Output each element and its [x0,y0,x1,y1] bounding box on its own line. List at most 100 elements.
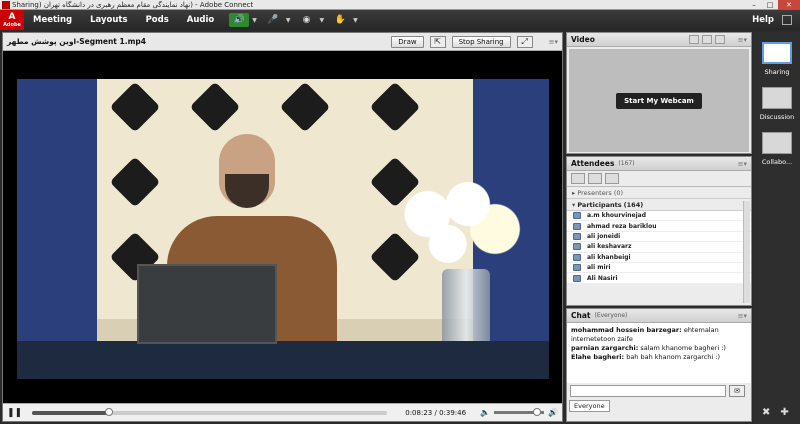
microphone-tool[interactable]: 🎤 ▼ [263,13,291,27]
stop-sharing-button[interactable]: Stop Sharing [451,35,511,48]
user-icon [573,222,581,230]
window-titlebar: Sharing) نهاد نمایندگی مقام معظم رهبری د… [0,0,800,10]
video-pod-header: Video ≡▾ [567,33,751,47]
minimize-button[interactable]: – [746,0,762,10]
layout-thumbnail [762,87,792,109]
microphone-icon[interactable]: 🎤 [263,13,283,27]
chevron-down-icon[interactable]: ▼ [317,17,325,24]
seek-progress [32,410,109,415]
chevron-down-icon[interactable]: ▼ [350,17,358,24]
layout-sharing[interactable]: Sharing [758,42,796,76]
attendees-pod-header: Attendees (167) ≡▾ [567,157,751,171]
list-item[interactable]: ali joneidi [567,231,751,243]
total-time: 0:39:46 [439,408,467,417]
user-icon [573,232,581,240]
presenters-count: (0) [613,188,624,197]
filmstrip-view-icon[interactable] [701,35,712,44]
draw-button[interactable]: Draw [391,35,424,48]
flowers [387,174,522,274]
time-display: 0:08:23 / 0:39:46 [405,408,467,417]
chat-message: Elahe bagheri: bah bah khanom zargarchi … [571,353,721,361]
status-view-icon[interactable] [605,173,619,184]
grid-view-icon[interactable] [688,35,699,44]
speaker-tool[interactable]: 🔊 ▼ [229,13,257,27]
chat-scope: (Everyone) [594,312,628,319]
list-item[interactable]: ahmad reza bariklou [567,221,751,232]
fullscreen-icon[interactable] [714,35,725,44]
chat-input[interactable] [570,385,726,397]
list-item[interactable]: ali keshavarz [567,242,751,253]
playback-controls: ❚❚ 0:08:23 / 0:39:46 🔈 🔊 [3,403,562,421]
user-icon [573,264,581,272]
chevron-down-icon[interactable]: ▼ [249,17,257,24]
chevron-down-icon[interactable]: ▼ [283,17,291,24]
attendees-pod-title: Attendees [571,159,615,168]
participants-section[interactable]: ▾ Participants (164) [567,199,751,211]
menu-layouts[interactable]: Layouts [81,15,136,25]
layout-thumbnail [762,132,792,154]
grid-icon[interactable] [782,15,792,25]
status-tool[interactable]: ✋ ▼ [330,13,358,27]
pause-button[interactable]: ❚❚ [7,408,22,418]
speaker-icon[interactable]: 🔊 [229,13,250,27]
list-item[interactable]: ali miri [567,262,751,274]
add-layout-icon[interactable]: ✚ [780,407,788,418]
pod-options-icon[interactable]: ≡▾ [738,160,747,168]
attendees-scrollbar[interactable] [743,201,750,303]
layout-label: Sharing [764,68,790,76]
volume-icon[interactable]: 🔈 [480,408,490,417]
app-icon [2,1,10,9]
user-icon [573,243,581,251]
chat-pod-header: Chat (Everyone) ≡▾ [567,309,751,323]
pod-options-icon[interactable]: ≡▾ [738,36,747,44]
chat-pod-title: Chat [571,311,591,320]
pod-options-icon[interactable]: ≡▾ [738,312,747,320]
user-icon [573,212,581,220]
menu-help[interactable]: Help [752,15,782,25]
presenters-label: Presenters [577,188,612,197]
video-pod-title: Video [571,35,595,44]
layout-collaboration[interactable]: Collabo... [758,132,796,166]
window-title: Sharing) نهاد نمایندگی مقام معظم رهبری د… [12,0,254,9]
menu-audio[interactable]: Audio [178,15,223,25]
pod-options-icon[interactable]: ≡▾ [549,38,558,46]
close-button[interactable]: ✕ [778,0,800,10]
menu-pods[interactable]: Pods [137,15,178,25]
send-icon[interactable]: ✉ [729,385,745,397]
webcam-area: Start My Webcam [569,49,749,152]
seek-bar[interactable] [32,407,388,416]
fullscreen-icon[interactable]: ⤢ [516,35,533,48]
blue-panel-left [17,79,97,379]
layout-discussion[interactable]: Discussion [758,87,796,121]
volume-control[interactable]: 🔈 🔊 [480,408,558,417]
list-view-icon[interactable] [571,173,585,184]
list-item[interactable]: ali khanbeigi [567,252,751,263]
webcam-icon[interactable]: ◉ [297,13,317,27]
laptop [137,264,277,344]
tab-everyone[interactable]: Everyone [569,400,610,412]
pointer-icon[interactable]: ⇱ [429,35,446,48]
attendees-pod: Attendees (167) ≡▾ ▸ Presenters (0) ▾ Pa… [566,156,752,306]
chat-message: parnian zargarchi: salam khanome bagheri… [571,344,726,352]
shared-video [17,79,549,379]
volume-slider[interactable] [494,408,545,416]
maximize-button[interactable]: □ [762,0,778,10]
menubar: A Adobe Meeting Layouts Pods Audio 🔊 ▼ 🎤 ▼… [0,10,800,30]
raise-hand-icon[interactable]: ✋ [330,13,350,27]
participants-label: Participants [577,200,622,209]
start-webcam-button[interactable]: Start My Webcam [616,92,702,109]
seek-handle[interactable] [104,407,113,416]
breakout-icon[interactable] [588,173,602,184]
chat-messages: mohammad hossein barzegar: ehtemalan int… [567,323,751,383]
tools-icon[interactable]: ✖ [762,407,770,418]
layout-label: Discussion [759,113,795,121]
adobe-logo: A Adobe [0,10,24,30]
volume-handle[interactable] [532,408,541,416]
share-pod: اوین پوشش مطهر-Segment 1.mp4 Draw ⇱ Stop… [2,32,563,422]
list-item[interactable]: a.m khourvinejad [567,211,751,222]
menu-meeting[interactable]: Meeting [24,15,81,25]
presenters-section[interactable]: ▸ Presenters (0) [567,187,751,199]
list-item[interactable]: Ali Nasiri [567,273,751,284]
share-pod-title: اوین پوشش مطهر-Segment 1.mp4 [7,37,146,46]
webcam-tool[interactable]: ◉ ▼ [297,13,325,27]
